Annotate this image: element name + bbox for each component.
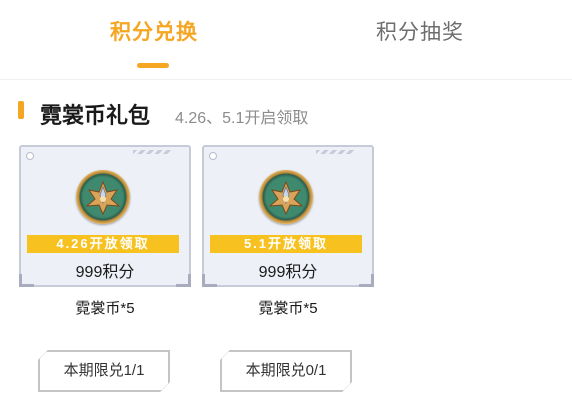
points-price: 999积分	[258, 264, 318, 281]
section-subtitle: 4.26、5.1开启领取	[175, 110, 309, 127]
gift-card-1[interactable]: 4.26开放领取 999积分	[19, 145, 191, 287]
item-name: 霓裳币*5	[75, 300, 135, 317]
open-date-banner: 5.1开放领取	[210, 235, 362, 253]
tab-divider	[0, 79, 572, 80]
section-title: 霓裳币礼包	[40, 103, 151, 128]
gift-card-2[interactable]: 5.1开放领取 999积分	[202, 145, 374, 287]
section-accent-bar	[18, 101, 24, 119]
card-corner-dot	[209, 152, 217, 160]
points-price: 999积分	[75, 264, 135, 281]
item-name: 霓裳币*5	[258, 300, 318, 317]
card-stripe-decoration	[316, 150, 354, 154]
card-corner-right	[359, 274, 374, 287]
open-date-banner: 4.26开放领取	[27, 235, 179, 253]
card-corner-dot	[26, 152, 34, 160]
card-corner-left	[202, 274, 217, 287]
card-corner-left	[19, 274, 34, 287]
tab-points-lottery[interactable]: 积分抽奖	[320, 16, 520, 46]
card-stripe-decoration	[133, 150, 171, 154]
nichang-coin-icon	[76, 170, 130, 224]
redeem-limit-button[interactable]: 本期限兑1/1	[38, 350, 170, 392]
tab-points-exchange[interactable]: 积分兑换	[54, 16, 254, 46]
redeem-limit-button[interactable]: 本期限兑0/1	[220, 350, 352, 392]
card-corner-right	[176, 274, 191, 287]
nichang-coin-icon	[259, 170, 313, 224]
active-tab-indicator	[137, 63, 169, 68]
tab-bar: 积分兑换 积分抽奖	[0, 0, 572, 80]
